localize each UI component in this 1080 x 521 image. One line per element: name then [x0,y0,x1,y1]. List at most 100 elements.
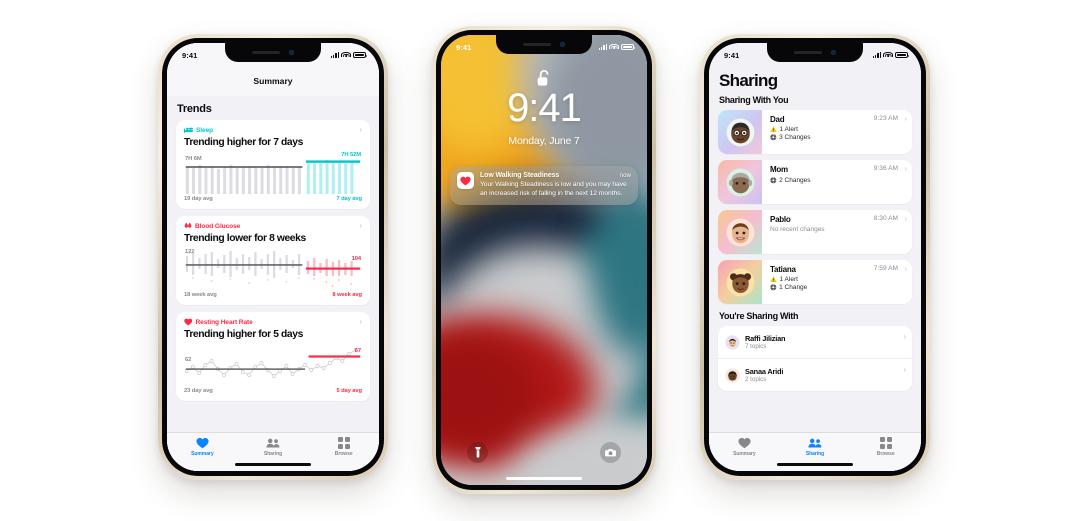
list-item-sanaa[interactable]: Sanaa Aridi 2 topics › [718,358,912,391]
chart-baseline-value: 7H 6M [185,156,202,162]
grid-icon [337,437,350,449]
chevron-right-icon[interactable]: › [905,264,908,273]
warning-triangle-icon [770,126,777,132]
status-time: 9:41 [182,50,198,60]
notch [767,43,863,62]
avatar [718,110,762,154]
chart-legend: 19 day avg 7 day avg [184,196,362,202]
flashlight-button[interactable] [467,442,488,463]
health-app-icon [457,172,474,189]
card-header: Resting Heart Rate › [184,318,362,326]
no-changes-label: No recent changes [770,226,825,233]
home-indicator[interactable] [235,462,311,466]
avatar [718,210,762,254]
changes-label: 1 Change [779,284,808,291]
tab-label: Summary [733,450,756,457]
chart-baseline-value: 62 [185,357,192,363]
chevron-right-icon[interactable]: › [359,222,362,230]
heart-icon [184,318,193,326]
lock-screen[interactable]: 9:41 9:41 Monday, June 7 Low Walking Ste… [441,35,647,485]
list-item-raffi[interactable]: Raffi Jilizian 7 topics › [718,326,912,358]
changes-label: 2 Changes [779,177,811,184]
sharing-scroll-content[interactable]: Sharing Sharing With You Dad 9:23 AM › 1… [709,65,921,432]
share-card-dad[interactable]: Dad 9:23 AM › 1 Alert 3 Changes [718,110,912,154]
chevron-right-icon[interactable]: › [359,318,362,326]
chart-trend-value: 104 [351,256,361,262]
card-category-label: Resting Heart Rate [195,318,253,326]
bed-icon [184,127,193,133]
chevron-right-icon[interactable]: › [905,114,908,123]
chevron-right-icon[interactable]: › [903,333,906,341]
card-category-label: Blood Glucose [195,222,241,230]
chart-legend: 18 week avg 8 week avg [184,292,362,298]
phone-bezel: 9:41 Sharing Sharing With You Dad 9:23 A… [704,38,926,476]
chevron-right-icon[interactable]: › [905,164,908,173]
signal-bars-icon [598,43,607,50]
notification-banner[interactable]: Low Walking Steadiness now Your Walking … [450,166,638,206]
tab-sharing[interactable]: Sharing [780,437,851,457]
grid-icon [879,437,892,449]
chevron-right-icon[interactable]: › [359,126,362,134]
share-card-tatiana[interactable]: Tatiana 7:59 AM › 1 Alert 1 Change [718,260,912,304]
battery-icon [621,43,636,51]
tab-browse[interactable]: Browse [308,437,379,457]
phone-bezel: 9:41 9:41 Monday, June 7 Low Walking Ste… [436,30,652,490]
share-card-pablo[interactable]: Pablo 8:30 AM › No recent changes [718,210,912,254]
card-category-label: Sleep [196,126,214,134]
earpiece-speaker [794,51,822,54]
lock-clock: 9:41 [507,86,582,130]
status-time: 9:41 [456,42,472,52]
camera-button[interactable] [600,442,621,463]
person-timestamp: 8:30 AM [873,215,898,222]
tab-label: Sharing [263,450,283,457]
memoji-dad-icon [726,118,754,146]
phone-device-middle: 9:41 9:41 Monday, June 7 Low Walking Ste… [432,26,656,494]
status-time: 9:41 [724,50,740,60]
legend-trend: 5 day avg [336,388,362,394]
avatar [718,160,762,204]
people-icon [808,438,822,448]
chart-legend: 23 day avg 5 day avg [184,388,362,394]
heart-icon [460,176,471,185]
phone-device-right: 9:41 Sharing Sharing With You Dad 9:23 A… [700,34,930,480]
resting-heart-rate-line-chart: 62 67 [184,344,362,386]
home-indicator[interactable] [506,476,582,480]
warning-triangle-icon [770,276,777,282]
people-icon [266,438,280,448]
battery-icon [895,51,910,59]
card-header: Blood Glucose › [184,222,362,230]
health-app-sharing: Sharing Sharing With You Dad 9:23 AM › 1… [709,43,921,471]
avatar [718,260,762,304]
tab-label: Summary [191,450,214,457]
sleep-bar-chart: 7H 6M 7H 52M [184,152,362,194]
tab-sharing[interactable]: Sharing [238,437,309,457]
card-title: Trending higher for 5 days [184,329,303,340]
lock-overlay: 9:41 9:41 Monday, June 7 Low Walking Ste… [441,35,647,485]
person-name: Sanaa Aridi [745,366,784,376]
legend-baseline: 18 week avg [184,292,217,298]
memoji-pablo-icon [726,218,754,246]
youre-sharing-with-list: Raffi Jilizian 7 topics › Sanaa Aridi 2 … [718,326,912,391]
person-name: Raffi Jilizian [745,333,786,343]
trend-card-resting-heart-rate[interactable]: Resting Heart Rate › Trending higher for… [176,312,370,401]
legend-trend: 7 day avg [336,196,362,202]
chevron-right-icon[interactable]: › [905,214,908,223]
summary-scroll-content[interactable]: Trends Sleep › Trending higher for 7 day… [167,96,379,432]
changes-icon [770,177,777,184]
chevron-right-icon[interactable]: › [903,366,906,374]
tab-summary[interactable]: Summary [709,437,780,457]
flashlight-icon [474,447,481,458]
home-indicator[interactable] [777,462,853,466]
camera-icon [605,448,616,457]
card-title: Trending higher for 7 days [184,137,303,148]
person-timestamp: 9:23 AM [873,115,898,122]
notification-title: Low Walking Steadiness [480,172,560,179]
trend-card-sleep[interactable]: Sleep › Trending higher for 7 days 7H 6M… [176,120,370,209]
trend-card-blood-glucose[interactable]: Blood Glucose › Trending lower for 8 wee… [176,216,370,305]
legend-baseline: 19 day avg [184,196,213,202]
share-card-mom[interactable]: Mom 9:36 AM › 2 Changes [718,160,912,204]
tab-summary[interactable]: Summary [167,437,238,457]
trends-section-heading: Trends [177,103,212,115]
tab-browse[interactable]: Browse [850,437,921,457]
phone-bezel: 9:41 Summary Trends Sleep › Trending hig… [162,38,384,476]
